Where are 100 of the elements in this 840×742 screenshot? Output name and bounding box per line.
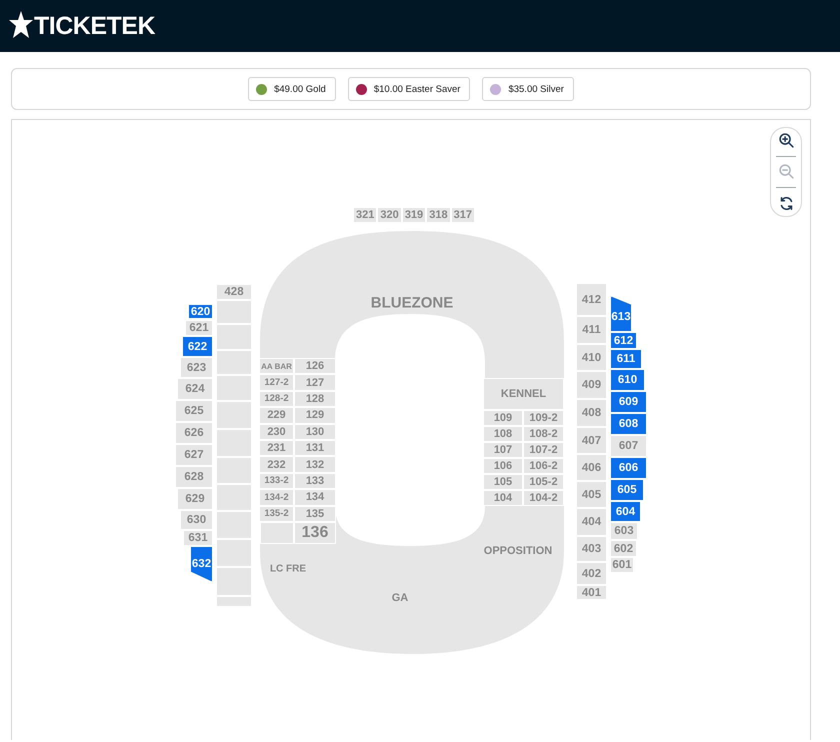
seat-section[interactable]: 127-2 — [259, 374, 294, 391]
seat-section[interactable]: 104 — [483, 490, 523, 506]
seat-section[interactable]: 134 — [294, 489, 336, 506]
seat-section[interactable] — [216, 484, 252, 511]
seat-section[interactable]: 625 — [175, 400, 213, 422]
seat-section[interactable]: 412 — [576, 283, 607, 316]
seat-section[interactable] — [216, 567, 252, 596]
seat-section[interactable]: 605 — [610, 479, 644, 501]
area-label: OPPOSITION — [484, 545, 552, 557]
seat-section[interactable]: 406 — [576, 454, 607, 481]
seat-section[interactable]: 410 — [576, 344, 607, 371]
seat-section[interactable]: 612 — [610, 332, 637, 349]
seat-section[interactable]: 608 — [610, 413, 647, 435]
seat-section[interactable]: 108 — [483, 426, 523, 442]
seat-section[interactable]: 105-2 — [523, 474, 564, 490]
seat-section[interactable] — [216, 511, 252, 539]
seat-section[interactable]: 133 — [294, 472, 336, 490]
seat-section[interactable]: 319 — [402, 207, 426, 223]
seat-section[interactable] — [216, 457, 252, 484]
seat-section[interactable]: 106 — [483, 458, 523, 474]
price-legend-chip[interactable]: $10.00 Easter Saver — [348, 77, 470, 101]
seat-section[interactable]: 404 — [576, 508, 607, 536]
seat-section[interactable] — [216, 596, 252, 607]
seat-section[interactable]: 606 — [610, 457, 647, 479]
seat-section[interactable]: AA BAR — [259, 358, 294, 374]
seat-section[interactable]: 631 — [183, 530, 213, 546]
seat-section[interactable]: 610 — [610, 369, 645, 391]
seat-section[interactable]: 130 — [294, 424, 336, 440]
price-label: $49.00 Gold — [274, 84, 326, 94]
price-legend-chip[interactable]: $49.00 Gold — [248, 77, 336, 101]
seat-section[interactable]: 136 — [294, 522, 336, 544]
seat-section[interactable] — [216, 324, 252, 350]
seat-section[interactable]: 108-2 — [523, 426, 564, 442]
seat-section[interactable] — [216, 429, 252, 457]
seat-section[interactable] — [216, 375, 252, 401]
seat-section[interactable]: 622 — [182, 336, 213, 357]
seat-section[interactable]: 107 — [483, 442, 523, 458]
seat-section[interactable]: 126 — [294, 358, 336, 374]
seat-section[interactable]: 132 — [294, 456, 336, 473]
seat-section[interactable]: 128-2 — [259, 390, 294, 408]
seat-section[interactable]: 409 — [576, 371, 607, 399]
seat-section[interactable]: 620 — [188, 304, 213, 319]
seat-section[interactable]: 632 — [190, 546, 213, 582]
area-label: GA — [392, 592, 408, 604]
seat-section[interactable]: 229 — [259, 407, 294, 424]
seat-section[interactable]: 609 — [610, 391, 647, 413]
seat-section[interactable]: 630 — [180, 510, 213, 530]
seat-section[interactable] — [260, 522, 294, 544]
seat-section[interactable]: 411 — [576, 316, 607, 344]
seat-section[interactable]: 621 — [185, 320, 213, 336]
seat-section[interactable] — [216, 401, 252, 429]
seat-section[interactable]: 604 — [610, 501, 641, 522]
seat-section[interactable]: 405 — [576, 481, 607, 508]
area-label: BLUEZONE — [370, 294, 454, 312]
seat-section[interactable] — [216, 539, 252, 567]
zoom-in-icon — [778, 132, 794, 150]
seat-section[interactable]: 428 — [216, 284, 252, 300]
seat-section[interactable]: 320 — [377, 207, 402, 223]
seat-section[interactable]: 403 — [576, 536, 607, 562]
seat-section[interactable]: 611 — [610, 349, 642, 369]
seat-section[interactable] — [216, 300, 252, 324]
seat-section[interactable]: 104-2 — [523, 490, 564, 506]
seat-section[interactable]: 613 — [610, 296, 632, 332]
seat-section[interactable]: 135-2 — [259, 506, 294, 522]
seat-section[interactable]: 133-2 — [259, 472, 294, 490]
seat-section[interactable]: 107-2 — [523, 442, 564, 458]
seat-section[interactable]: 232 — [259, 456, 294, 473]
seat-section[interactable]: 109-2 — [523, 410, 564, 426]
seat-section[interactable] — [216, 350, 252, 375]
price-label: $10.00 Easter Saver — [374, 84, 460, 94]
seat-section[interactable]: 629 — [177, 488, 213, 510]
seat-section[interactable]: 321 — [353, 207, 378, 223]
seat-section[interactable]: 407 — [576, 427, 607, 454]
price-legend-chip[interactable]: $35.00 Silver — [482, 77, 574, 101]
seat-section[interactable]: 135 — [294, 506, 336, 522]
seat-section[interactable]: 230 — [259, 424, 294, 440]
seat-section[interactable]: KENNEL — [483, 378, 564, 410]
seat-section[interactable]: 128 — [294, 390, 336, 408]
seat-section[interactable]: 628 — [175, 466, 213, 488]
seat-section[interactable]: 231 — [259, 440, 294, 456]
seat-section[interactable]: 105 — [483, 474, 523, 490]
seat-section[interactable]: 602 — [610, 540, 637, 557]
seat-section[interactable]: 134-2 — [259, 489, 294, 506]
seat-section[interactable]: 402 — [576, 562, 607, 585]
seat-section[interactable]: 127 — [294, 374, 336, 391]
seat-section[interactable]: 603 — [610, 522, 638, 540]
seat-section[interactable]: 408 — [576, 399, 607, 427]
seat-section[interactable]: 106-2 — [523, 458, 564, 474]
seat-section[interactable]: 623 — [180, 357, 213, 378]
seat-section[interactable]: 601 — [610, 557, 634, 573]
seat-section[interactable]: 129 — [294, 407, 336, 424]
seat-section[interactable]: 626 — [175, 422, 213, 444]
seat-section[interactable]: 401 — [576, 585, 607, 600]
seat-section[interactable]: 607 — [610, 435, 647, 457]
seat-section[interactable]: 109 — [483, 410, 523, 426]
seat-section[interactable]: 627 — [175, 444, 213, 466]
seat-section[interactable]: 317 — [450, 207, 475, 223]
seat-section[interactable]: 624 — [177, 378, 213, 400]
seat-section[interactable]: 318 — [426, 207, 451, 223]
seat-section[interactable]: 131 — [294, 440, 336, 456]
